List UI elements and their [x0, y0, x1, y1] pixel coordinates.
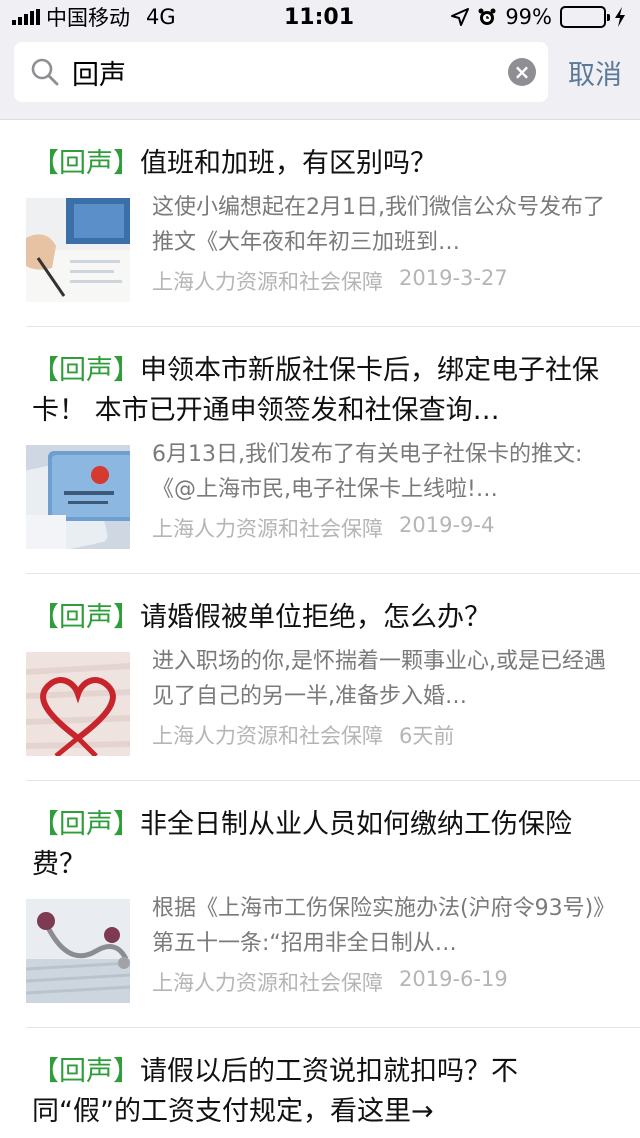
date-label: 2019-6-19 — [399, 967, 508, 991]
clock: 11:01 — [283, 4, 355, 30]
source-label: 上海人力资源和社会保障 — [152, 971, 383, 995]
list-item[interactable]: 【回声】请婚假被单位拒绝，怎么办？ 进入职场的你,是怀揣着一颗事业心,或是已经遇… — [26, 574, 640, 781]
battery-icon — [560, 6, 610, 28]
article-title: 【回声】申领本市新版社保卡后，绑定电子社保卡！ 本市已开通申领签发和社保查询… — [32, 355, 599, 426]
header: 中国移动 4G 11:01 99% 回声 × 取消 — [0, 0, 640, 120]
article-title: 【回声】非全日制从业人员如何缴纳工伤保险费？ — [32, 809, 572, 880]
list-item[interactable]: 【回声】非全日制从业人员如何缴纳工伤保险费？ 根据《上海市工伤保险实施办法(沪府… — [26, 781, 640, 1028]
location-arrow-icon — [451, 8, 470, 26]
tag-label: 【回声】 — [32, 148, 140, 179]
list-item[interactable]: 【回声】值班和加班，有区别吗？ 这使小编想起在2月1日,我们微信公众号发布了推文… — [26, 120, 640, 327]
date-label: 6天前 — [399, 724, 455, 748]
charging-bolt-icon — [615, 7, 625, 27]
results-list: 【回声】值班和加班，有区别吗？ 这使小编想起在2月1日,我们微信公众号发布了推文… — [0, 120, 640, 1132]
source-label: 上海人力资源和社会保障 — [152, 517, 383, 541]
list-item[interactable]: 【回声】请假以后的工资说扣就扣吗？不同“假”的工资支付规定，看这里→ — [26, 1028, 640, 1132]
tag-label: 【回声】 — [32, 602, 140, 633]
search-icon — [31, 58, 59, 86]
date-label: 2019-9-4 — [399, 513, 495, 537]
search-box[interactable]: 回声 × — [14, 42, 548, 102]
article-title: 【回声】请婚假被单位拒绝，怎么办？ — [32, 602, 491, 633]
article-title: 【回声】值班和加班，有区别吗？ — [32, 148, 437, 179]
article-summary: 这使小编想起在2月1日,我们微信公众号发布了推文《大年夜和年初三加班到… — [152, 195, 605, 255]
thumbnail-social-card-image — [26, 445, 130, 549]
tag-label: 【回声】 — [32, 355, 140, 386]
alarm-clock-icon — [478, 8, 496, 25]
source-label: 上海人力资源和社会保障 — [152, 270, 383, 294]
tag-label: 【回声】 — [32, 1056, 140, 1087]
search-input[interactable]: 回声 — [72, 53, 508, 92]
thumbnail-stethoscope-image — [26, 899, 130, 1003]
list-item[interactable]: 【回声】申领本市新版社保卡后，绑定电子社保卡！ 本市已开通申领签发和社保查询… … — [26, 327, 640, 574]
battery-percent: 99% — [505, 5, 552, 29]
article-summary: 根据《上海市工伤保险实施办法(沪府令93号)》第五十一条:“招用非全日制从… — [152, 896, 616, 956]
thumbnail-writing-image — [26, 198, 130, 302]
carrier-label: 中国移动 — [46, 6, 130, 30]
clear-icon[interactable]: × — [508, 58, 536, 86]
network-label: 4G — [146, 5, 176, 29]
tag-label: 【回声】 — [32, 809, 140, 840]
thumbnail-ribbon-heart-image — [26, 652, 130, 756]
article-summary: 6月13日,我们发布了有关电子社保卡的推文:《@上海市民,电子社保卡上线啦!… — [152, 442, 583, 502]
date-label: 2019-3-27 — [399, 266, 508, 290]
article-summary: 进入职场的你,是怀揣着一颗事业心,或是已经遇见了自己的另一半,准备步入婚… — [152, 649, 606, 709]
source-label: 上海人力资源和社会保障 — [152, 724, 383, 748]
status-bar: 中国移动 4G 11:01 99% — [0, 0, 640, 34]
article-title: 【回声】请假以后的工资说扣就扣吗？不同“假”的工资支付规定，看这里→ — [32, 1056, 518, 1127]
cancel-button[interactable]: 取消 — [568, 53, 622, 92]
signal-icon — [12, 9, 40, 25]
